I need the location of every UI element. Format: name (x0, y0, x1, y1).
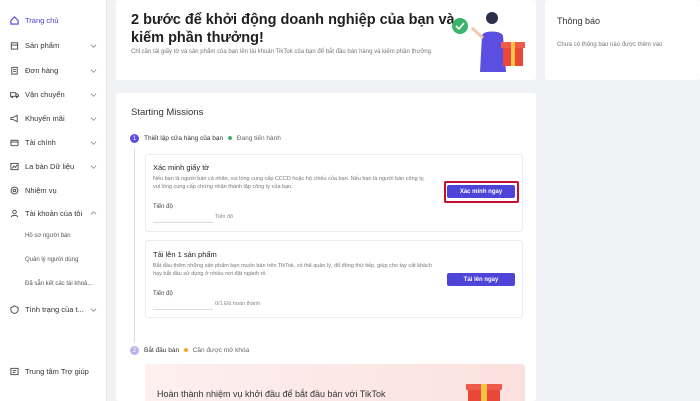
sidebar-item-label: Trang chủ (25, 15, 59, 25)
highlight-box (444, 181, 519, 203)
steps-connector (134, 148, 135, 343)
sidebar-subitem-linked-accounts[interactable]: Đã sẵn kết các tài khoả... (25, 281, 92, 287)
box-icon (10, 41, 19, 50)
sidebar-subitem-user-management[interactable]: Quản lý người dùng (25, 257, 78, 263)
task-1-progress-text: Tiến độ (215, 214, 234, 220)
upload-now-button[interactable]: Tải lên ngay (447, 273, 515, 286)
home-icon (10, 15, 19, 25)
chevron-up-icon (90, 210, 97, 215)
sidebar-item-label: Vận chuyển (25, 89, 65, 99)
chevron-down-icon (90, 140, 97, 145)
sidebar-item-label: Tình trạng của t... (25, 304, 84, 314)
sidebar-item-finance[interactable]: Tài chính (0, 133, 107, 151)
step-2-status: Cần được mở khóa (192, 347, 250, 354)
task-1-progress-bar (153, 222, 213, 223)
sidebar: Trang chủ Sản phẩm Đơn hàng Vận chuyển K… (0, 0, 107, 401)
truck-icon (10, 90, 19, 99)
chevron-down-icon (90, 92, 97, 97)
sidebar-item-products[interactable]: Sản phẩm (0, 36, 107, 54)
task-2-progress-bar (153, 309, 213, 310)
promo-text: Hoàn thành nhiệm vụ khởi đầu để bắt đầu … (157, 389, 386, 399)
wallet-icon (10, 138, 19, 147)
status-dot (183, 348, 188, 353)
sidebar-item-label: Trung tâm Trợ giúp (25, 366, 89, 376)
sidebar-item-label: Đơn hàng (25, 65, 59, 75)
step-1-number: 1 (130, 134, 139, 143)
hero-subtitle: Chỉ cần tải giấy tờ và sản phẩm của bạn … (131, 49, 432, 55)
hero-title: 2 bước để khởi động doanh nghiệp của bạn… (131, 12, 455, 46)
sidebar-subitem-seller-profile[interactable]: Hồ sơ người bán (25, 233, 71, 239)
task-2-progress-text: 0/1 Đã hoàn thành (215, 301, 261, 307)
sidebar-item-label: Nhiệm vụ (25, 185, 57, 195)
clipboard-icon (10, 66, 19, 75)
sidebar-item-orders[interactable]: Đơn hàng (0, 61, 107, 79)
sidebar-item-label: Sản phẩm (25, 40, 60, 50)
step-1-status: Đang tiến hành (236, 135, 281, 142)
task-1-description: Nếu bạn là người bán cá nhân, vui lòng c… (153, 176, 425, 190)
sidebar-item-data-compass[interactable]: La bàn Dữ liệu (0, 157, 107, 175)
gift-icon (466, 384, 502, 401)
sidebar-item-tasks[interactable]: Nhiệm vụ (0, 181, 107, 199)
sidebar-item-help-center[interactable]: Trung tâm Trợ giúp (0, 362, 107, 380)
chevron-down-icon (90, 307, 97, 312)
sidebar-item-promotions[interactable]: Khuyến mãi (0, 109, 107, 127)
notification-empty-text: Chưa có thông báo nào được thêm vào (557, 42, 663, 48)
target-icon (10, 186, 19, 195)
sidebar-item-home[interactable]: Trang chủ (0, 11, 107, 29)
step-2-number: 2 (130, 346, 139, 355)
sidebar-item-label: Tài khoản của tôi (25, 208, 83, 218)
sidebar-item-account-status[interactable]: Tình trạng của t... (0, 300, 107, 318)
notification-card (545, 0, 700, 80)
sidebar-item-label: Khuyến mãi (25, 113, 65, 123)
megaphone-icon (10, 114, 19, 123)
task-1-progress-label: Tiến độ (153, 204, 173, 210)
notification-title: Thông báo (557, 16, 601, 26)
step-1-label: Thiết lập cửa hàng của bạn (144, 135, 224, 142)
help-icon (10, 367, 19, 376)
sidebar-item-label: La bàn Dữ liệu (25, 161, 75, 171)
chevron-down-icon (90, 116, 97, 121)
step-2-row: Bắt đầu bán Cần được mở khóa (144, 347, 249, 354)
step-1-row: Thiết lập cửa hàng của bạn Đang tiến hàn… (144, 135, 281, 142)
status-icon (10, 304, 19, 314)
task-2-title: Tải lên 1 sản phẩm (153, 250, 217, 259)
user-icon (10, 209, 19, 218)
missions-title: Starting Missions (131, 107, 204, 118)
task-2-progress-label: Tiến độ (153, 291, 173, 297)
chevron-down-icon (90, 164, 97, 169)
sidebar-item-shipping[interactable]: Vận chuyển (0, 85, 107, 103)
gift-illustration-icon (452, 12, 525, 72)
chevron-down-icon (90, 43, 97, 48)
compass-icon (10, 162, 19, 171)
task-2-description: Bắt đầu thêm những sản phẩm bạn muốn bán… (153, 263, 432, 277)
step-2-label: Bắt đầu bán (144, 347, 180, 354)
sidebar-item-label: Tài chính (25, 137, 56, 147)
task-1-title: Xác minh giấy tờ (153, 163, 210, 172)
chevron-down-icon (90, 68, 97, 73)
status-dot (227, 136, 232, 141)
sidebar-item-my-account[interactable]: Tài khoản của tôi (0, 204, 107, 222)
